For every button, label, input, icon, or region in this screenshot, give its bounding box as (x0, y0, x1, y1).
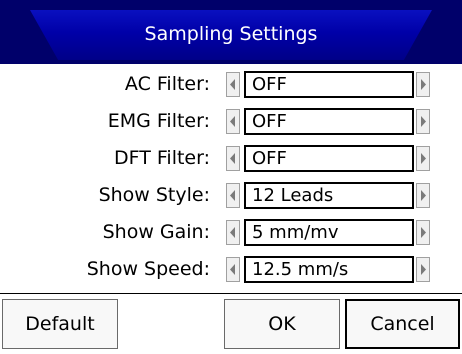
show-speed-label: Show Speed: (86, 258, 210, 280)
show-speed-value[interactable]: 12.5 mm/s (244, 256, 414, 283)
setting-row-dft-filter: DFT Filter: OFF (0, 140, 462, 176)
arrow-left-icon[interactable] (226, 72, 240, 97)
arrow-right-icon[interactable] (416, 183, 430, 208)
ac-filter-label: AC Filter: (124, 73, 210, 95)
dft-filter-value[interactable]: OFF (244, 145, 414, 172)
setting-row-show-style: Show Style: 12 Leads (0, 177, 462, 213)
arrow-left-icon[interactable] (226, 146, 240, 171)
emg-filter-value[interactable]: OFF (244, 108, 414, 135)
ok-button[interactable]: OK (224, 299, 340, 349)
arrow-right-icon[interactable] (416, 146, 430, 171)
setting-row-show-gain: Show Gain: 5 mm/mv (0, 214, 462, 250)
show-gain-value[interactable]: 5 mm/mv (244, 219, 414, 246)
dialog-title: Sampling Settings (144, 23, 318, 45)
divider (0, 293, 462, 294)
arrow-right-icon[interactable] (416, 220, 430, 245)
arrow-left-icon[interactable] (226, 109, 240, 134)
cancel-button[interactable]: Cancel (345, 299, 460, 349)
emg-filter-label: EMG Filter: (107, 110, 210, 132)
show-style-value[interactable]: 12 Leads (244, 182, 414, 209)
ac-filter-value[interactable]: OFF (244, 71, 414, 98)
arrow-right-icon[interactable] (416, 72, 430, 97)
sampling-settings-dialog: Sampling Settings AC Filter: OFF EMG Fil… (0, 0, 462, 354)
show-style-label: Show Style: (98, 184, 210, 206)
arrow-left-icon[interactable] (226, 183, 240, 208)
arrow-left-icon[interactable] (226, 220, 240, 245)
setting-row-show-speed: Show Speed: 12.5 mm/s (0, 251, 462, 287)
setting-row-emg-filter: EMG Filter: OFF (0, 103, 462, 139)
arrow-right-icon[interactable] (416, 257, 430, 282)
show-gain-label: Show Gain: (102, 221, 210, 243)
default-button[interactable]: Default (2, 299, 118, 349)
arrow-right-icon[interactable] (416, 109, 430, 134)
dft-filter-label: DFT Filter: (114, 147, 210, 169)
title-bar: Sampling Settings (0, 0, 462, 64)
setting-row-ac-filter: AC Filter: OFF (0, 66, 462, 102)
arrow-left-icon[interactable] (226, 257, 240, 282)
